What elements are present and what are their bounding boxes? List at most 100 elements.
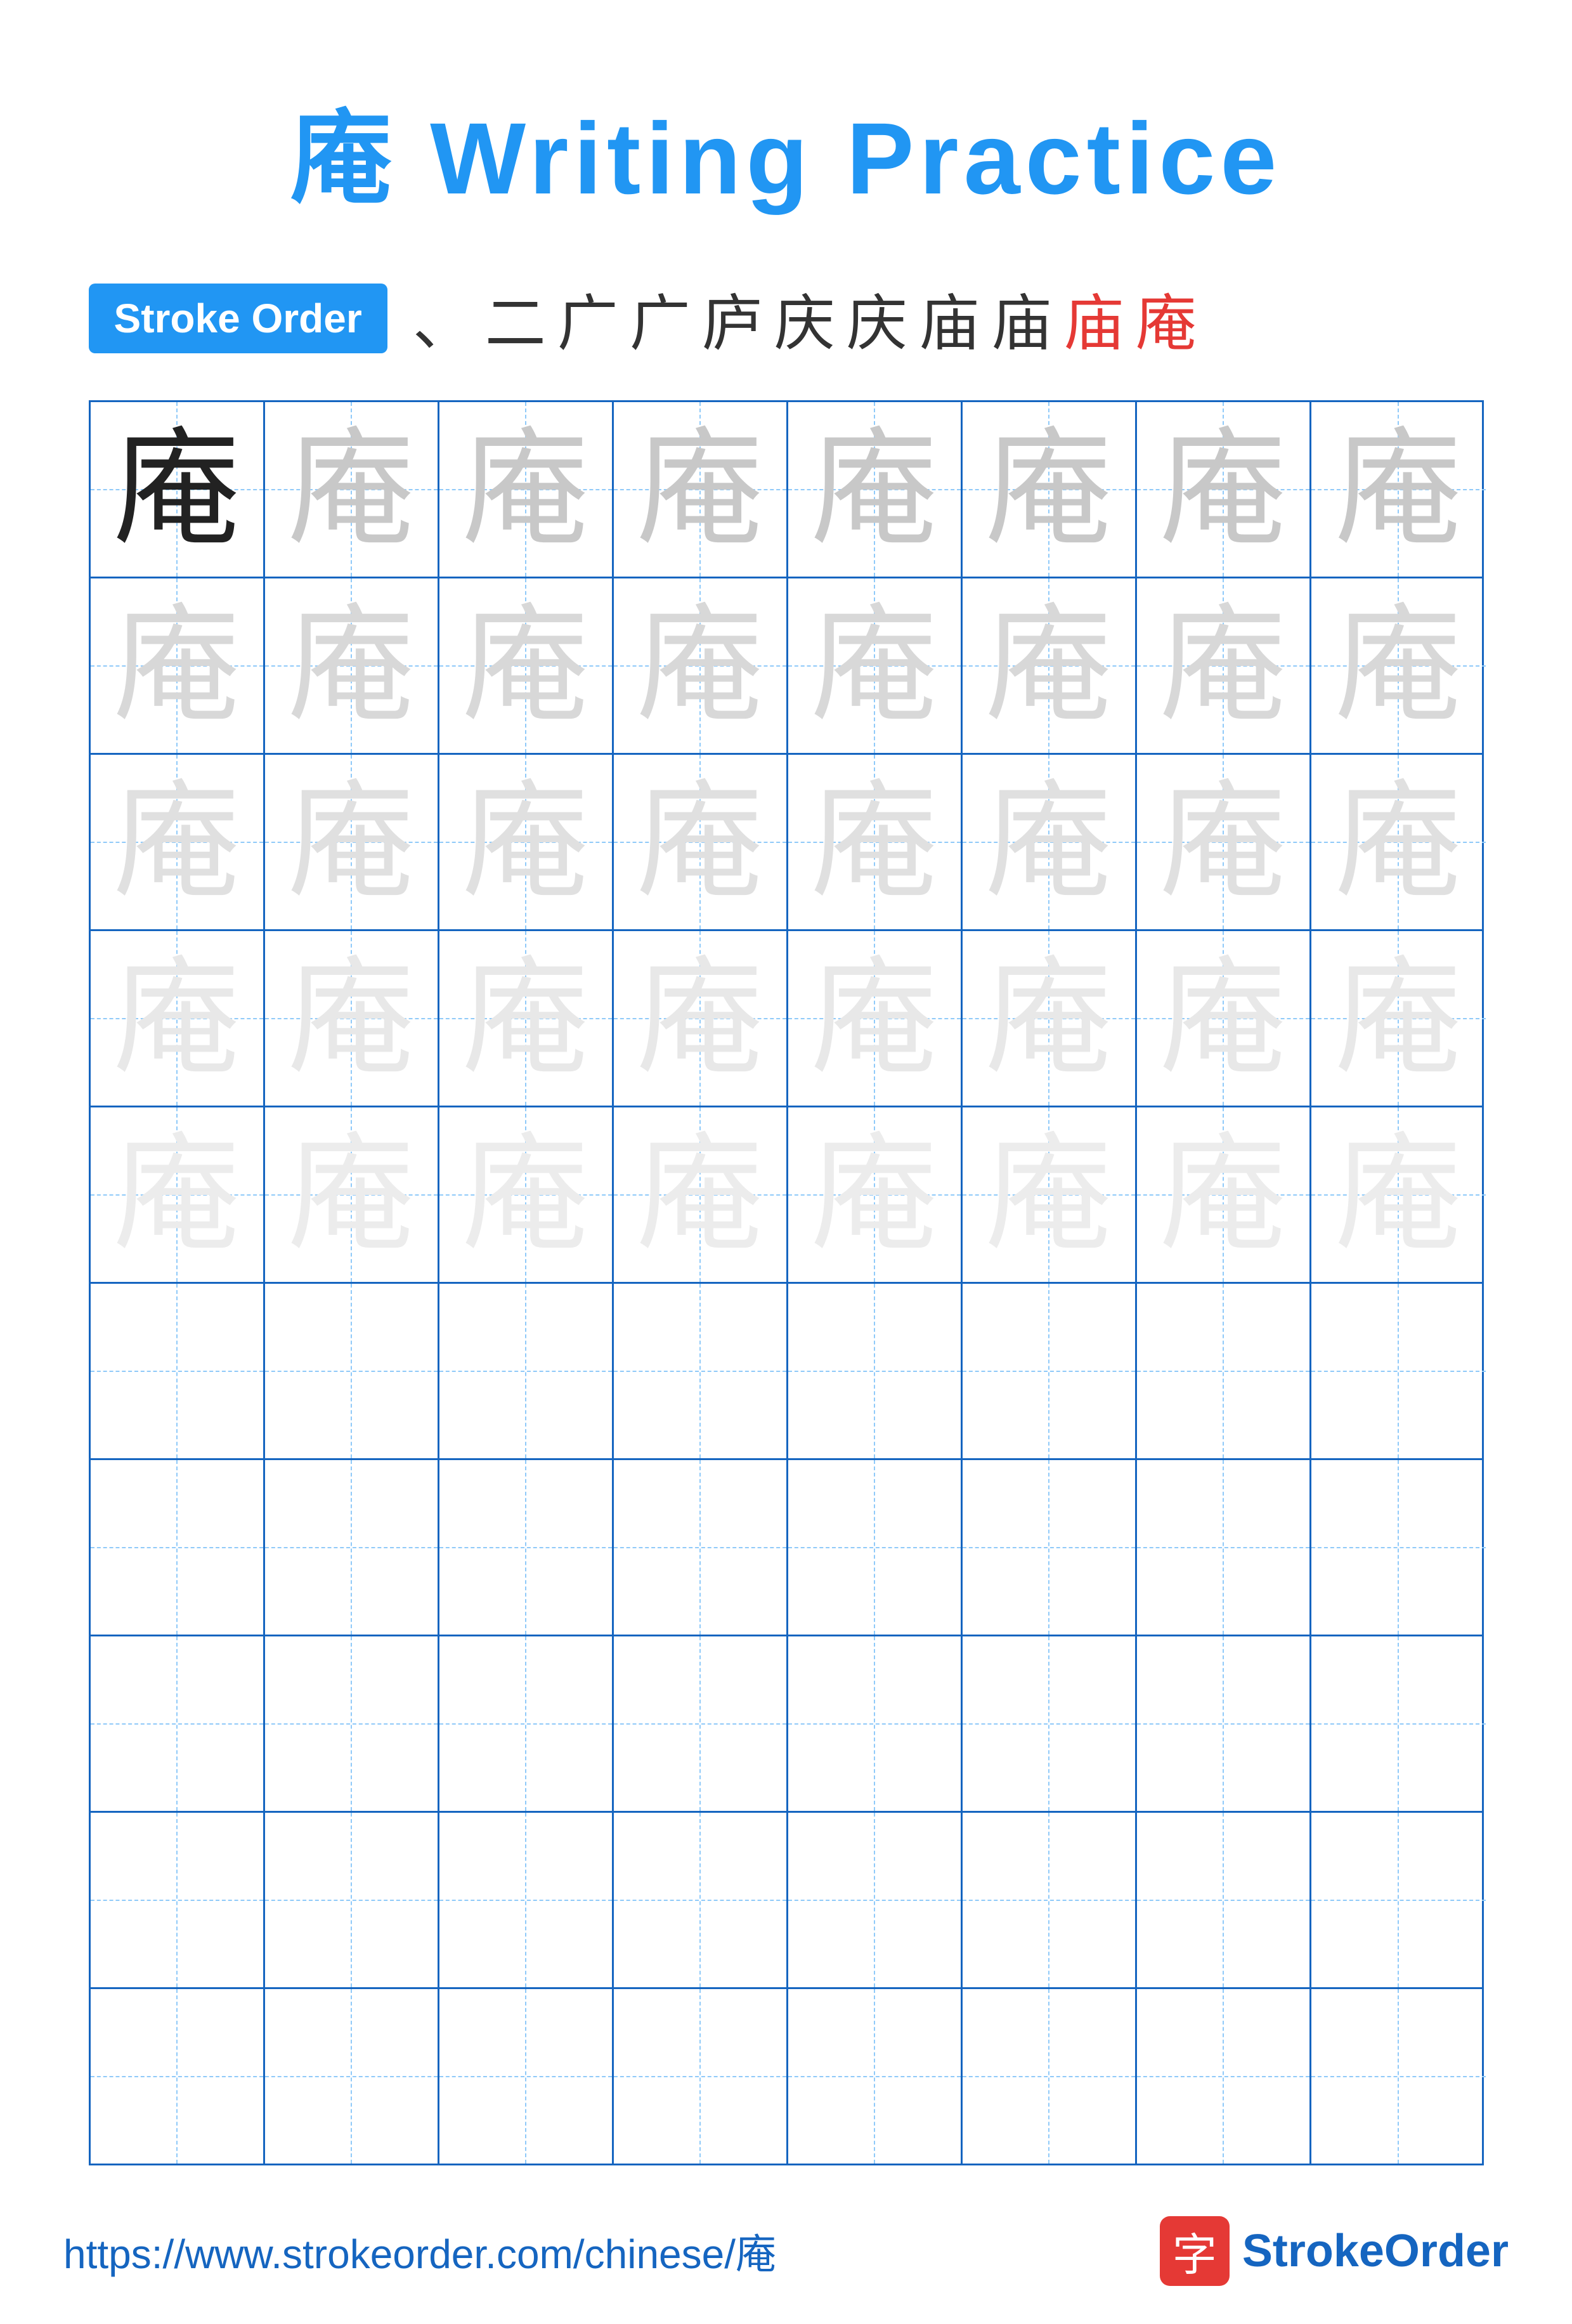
grid-cell[interactable]: 庵: [788, 755, 963, 929]
grid-cell[interactable]: [1311, 1460, 1486, 1635]
grid-cell[interactable]: [91, 1284, 265, 1458]
grid-cell[interactable]: [963, 1284, 1137, 1458]
grid-cell[interactable]: [614, 1284, 788, 1458]
grid-cell[interactable]: 庵: [439, 578, 614, 753]
footer-logo: 字 StrokeOrder: [1160, 2216, 1509, 2286]
grid-cell[interactable]: 庵: [963, 755, 1137, 929]
grid-cell[interactable]: 庵: [439, 931, 614, 1106]
practice-char: 庵: [462, 779, 588, 906]
grid-cell[interactable]: [265, 1284, 439, 1458]
grid-cell[interactable]: 庵: [265, 931, 439, 1106]
grid-cell[interactable]: 庵: [1311, 755, 1486, 929]
practice-char: 庵: [985, 426, 1112, 553]
grid-cell[interactable]: 庵: [1137, 755, 1311, 929]
grid-cell[interactable]: 庵: [614, 931, 788, 1106]
grid-cell[interactable]: [265, 1989, 439, 2164]
stroke-3: 广: [557, 274, 618, 362]
footer-url[interactable]: https://www.strokeorder.com/chinese/庵: [63, 2222, 776, 2280]
grid-cell[interactable]: 庵: [1137, 402, 1311, 577]
practice-char: 庵: [1159, 603, 1286, 729]
grid-cell[interactable]: [265, 1813, 439, 1987]
grid-cell[interactable]: 庵: [1137, 931, 1311, 1106]
grid-cell[interactable]: [614, 1460, 788, 1635]
grid-cell[interactable]: [614, 1989, 788, 2164]
grid-cell[interactable]: 庵: [788, 931, 963, 1106]
grid-cell[interactable]: [439, 1636, 614, 1811]
grid-cell[interactable]: [1311, 1636, 1486, 1811]
grid-cell[interactable]: [1137, 1636, 1311, 1811]
grid-cell[interactable]: 庵: [614, 755, 788, 929]
grid-cell[interactable]: [963, 1636, 1137, 1811]
grid-cell[interactable]: [614, 1813, 788, 1987]
practice-char: 庵: [113, 1132, 240, 1258]
grid-cell[interactable]: 庵: [963, 578, 1137, 753]
grid-cell[interactable]: 庵: [439, 1107, 614, 1282]
grid-cell[interactable]: 庵: [1311, 931, 1486, 1106]
grid-cell[interactable]: [439, 1460, 614, 1635]
grid-cell[interactable]: 庵: [1137, 578, 1311, 753]
grid-cell[interactable]: 庵: [963, 931, 1137, 1106]
practice-char: 庵: [985, 1132, 1112, 1258]
grid-cell[interactable]: [439, 1813, 614, 1987]
grid-cell[interactable]: 庵: [265, 1107, 439, 1282]
grid-cell[interactable]: 庵: [439, 402, 614, 577]
grid-cell[interactable]: 庵: [614, 402, 788, 577]
grid-cell[interactable]: 庵: [265, 755, 439, 929]
grid-cell[interactable]: [265, 1460, 439, 1635]
grid-cell[interactable]: 庵: [614, 578, 788, 753]
grid-cell[interactable]: [91, 1989, 265, 2164]
grid-cell[interactable]: 庵: [265, 402, 439, 577]
grid-row-5: 庵 庵 庵 庵 庵 庵 庵 庵: [91, 1107, 1482, 1284]
grid-cell[interactable]: [1311, 1813, 1486, 1987]
stroke-2: 二: [485, 274, 546, 362]
grid-cell[interactable]: [1311, 1284, 1486, 1458]
practice-char: 庵: [810, 426, 937, 553]
grid-cell[interactable]: [439, 1284, 614, 1458]
grid-cell[interactable]: [788, 1636, 963, 1811]
grid-cell[interactable]: [439, 1989, 614, 2164]
grid-cell[interactable]: [614, 1636, 788, 1811]
grid-cell[interactable]: 庵: [788, 1107, 963, 1282]
practice-char: 庵: [287, 426, 414, 553]
stroke-sequence: 、 二 广 广 庐 庆 庆 庙 庙 庙 庵: [413, 274, 1197, 362]
grid-cell[interactable]: [1137, 1284, 1311, 1458]
stroke-1: 、: [413, 274, 474, 362]
grid-cell[interactable]: [788, 1460, 963, 1635]
grid-cell[interactable]: [1137, 1989, 1311, 2164]
grid-cell[interactable]: 庵: [91, 578, 265, 753]
grid-cell[interactable]: 庵: [439, 755, 614, 929]
grid-cell[interactable]: [788, 1813, 963, 1987]
grid-cell[interactable]: 庵: [91, 755, 265, 929]
practice-char: 庵: [462, 603, 588, 729]
grid-cell[interactable]: 庵: [91, 1107, 265, 1282]
grid-row-8: [91, 1636, 1482, 1813]
grid-cell[interactable]: [963, 1989, 1137, 2164]
grid-cell[interactable]: [91, 1813, 265, 1987]
grid-cell[interactable]: 庵: [1311, 578, 1486, 753]
grid-cell[interactable]: 庵: [788, 578, 963, 753]
grid-cell[interactable]: [1311, 1989, 1486, 2164]
grid-cell[interactable]: [963, 1813, 1137, 1987]
grid-cell[interactable]: 庵: [91, 931, 265, 1106]
grid-cell[interactable]: 庵: [1311, 402, 1486, 577]
grid-cell[interactable]: [91, 1460, 265, 1635]
grid-cell[interactable]: [265, 1636, 439, 1811]
grid-cell[interactable]: [1137, 1460, 1311, 1635]
grid-cell[interactable]: 庵: [963, 402, 1137, 577]
grid-cell[interactable]: 庵: [1311, 1107, 1486, 1282]
grid-cell[interactable]: 庵: [91, 402, 265, 577]
grid-cell[interactable]: 庵: [788, 402, 963, 577]
practice-char: 庵: [113, 779, 240, 906]
grid-cell[interactable]: 庵: [614, 1107, 788, 1282]
practice-char: 庵: [1335, 603, 1462, 729]
grid-cell[interactable]: [788, 1284, 963, 1458]
grid-cell[interactable]: [788, 1989, 963, 2164]
practice-char: 庵: [287, 603, 414, 729]
practice-char: 庵: [1159, 779, 1286, 906]
grid-cell[interactable]: 庵: [1137, 1107, 1311, 1282]
grid-cell[interactable]: 庵: [265, 578, 439, 753]
grid-cell[interactable]: [91, 1636, 265, 1811]
grid-cell[interactable]: [963, 1460, 1137, 1635]
grid-cell[interactable]: 庵: [963, 1107, 1137, 1282]
grid-cell[interactable]: [1137, 1813, 1311, 1987]
